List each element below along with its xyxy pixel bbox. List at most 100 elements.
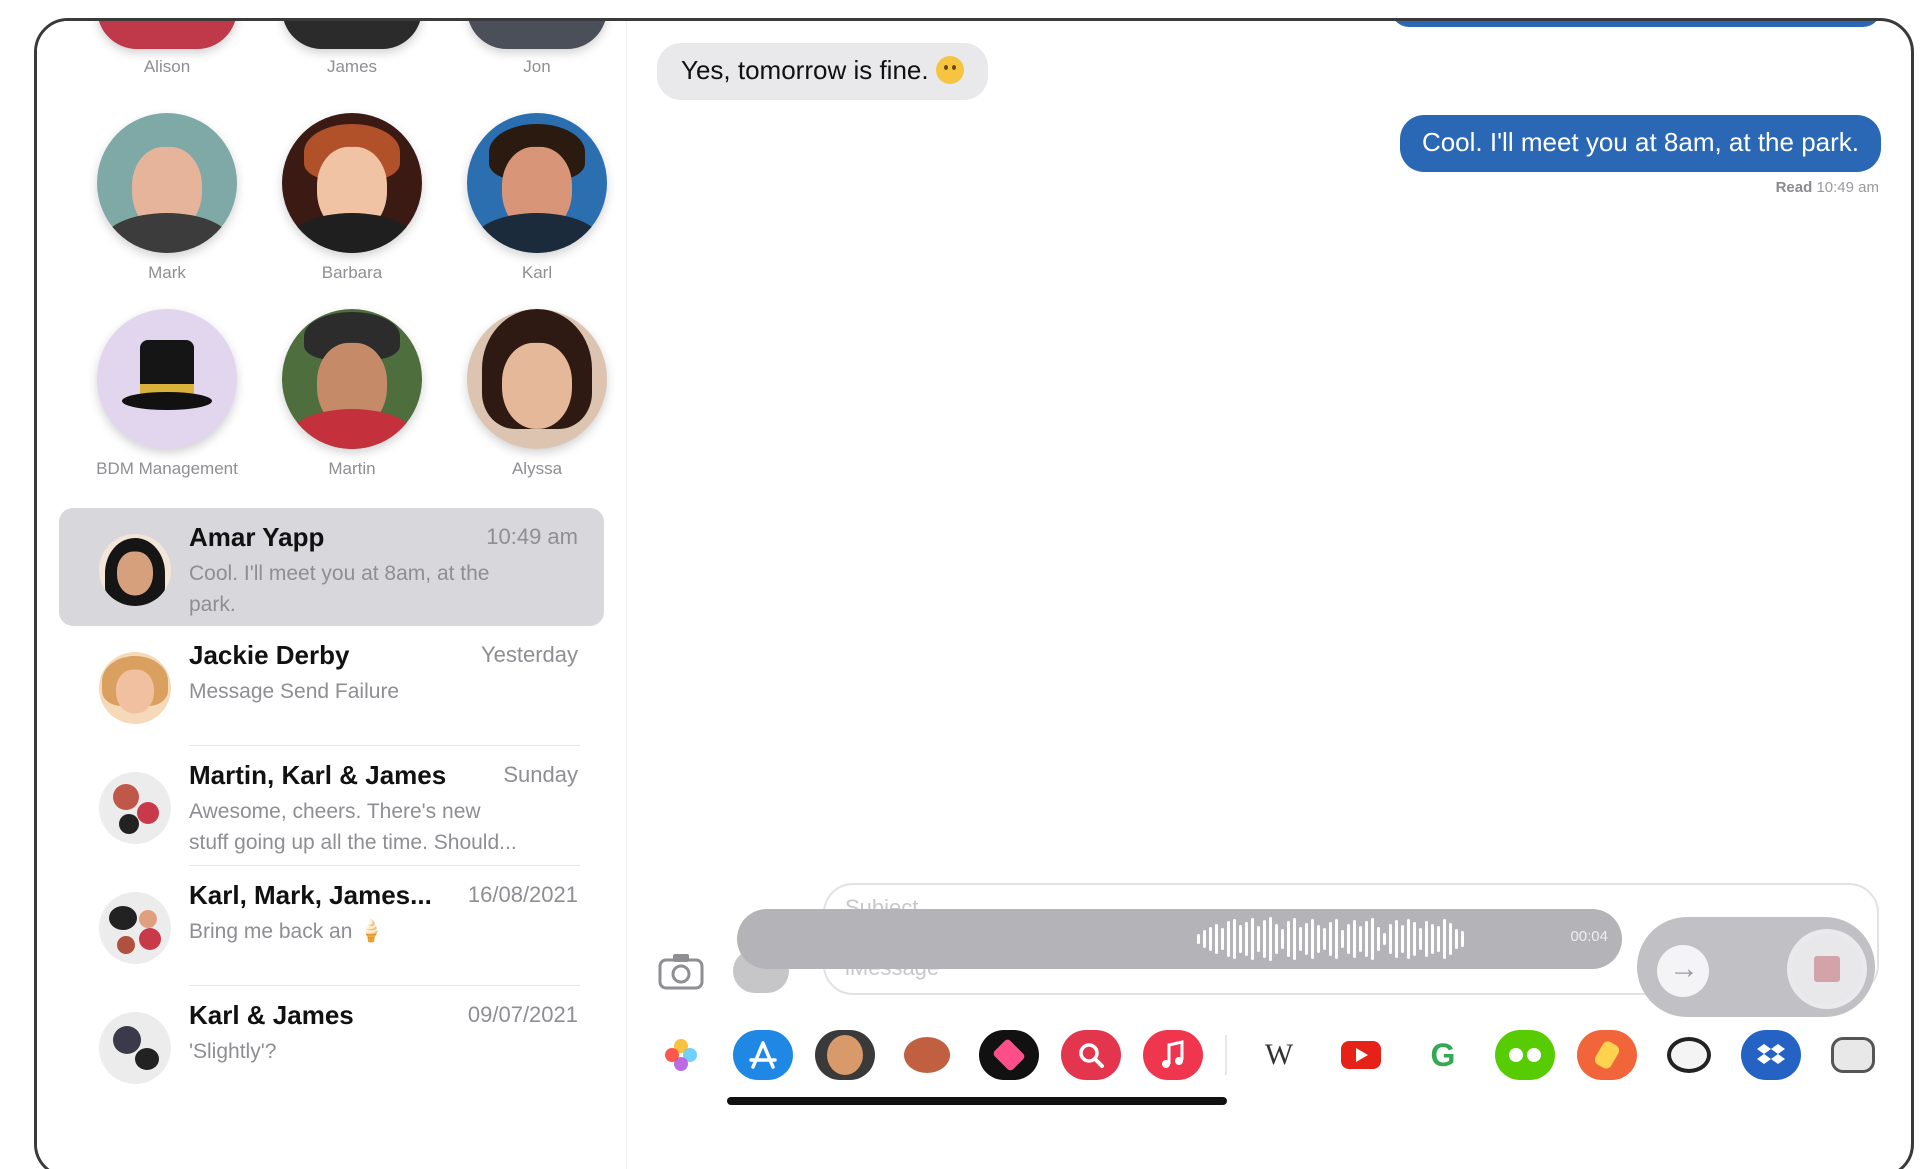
top-hat-icon — [97, 309, 237, 449]
pinned-contact-name: Alyssa — [511, 459, 563, 478]
waveform-bar — [1413, 922, 1416, 956]
chat-pane: Yes, tomorrow is fine. Cool. I'll meet y… — [627, 21, 1911, 1169]
waveform-bar — [1251, 918, 1254, 960]
conversation-time: 09/07/2021 — [467, 1002, 578, 1027]
incoming-message-bubble[interactable]: Yes, tomorrow is fine. — [657, 43, 988, 100]
images-search-icon[interactable] — [1061, 1030, 1121, 1080]
avatar — [97, 21, 237, 49]
pinned-contact-name: BDM Management — [96, 459, 238, 478]
pinned-row: Mark Barbara Karl — [37, 113, 627, 303]
conversation-preview: Awesome, cheers. There's new stuff going… — [189, 800, 517, 854]
digital-touch-icon[interactable] — [979, 1030, 1039, 1080]
stop-recording-button[interactable] — [1787, 929, 1867, 1009]
pinned-contact-karl[interactable]: Karl — [447, 113, 627, 283]
incoming-message-text: Yes, tomorrow is fine. — [681, 55, 929, 85]
panda-sticker-icon[interactable] — [1659, 1030, 1719, 1080]
avatar — [467, 113, 607, 253]
audio-recording-bar[interactable]: 00:04 — [737, 909, 1622, 969]
waveform-bar — [1407, 919, 1410, 959]
conversation-name: Amar Yapp — [189, 522, 325, 552]
memoji-icon[interactable] — [815, 1030, 875, 1080]
waveform-bar — [1455, 929, 1458, 949]
smiling-face-emoji-icon — [935, 56, 964, 84]
pinned-contact-alison[interactable]: Alison — [77, 21, 257, 77]
animoji-icon[interactable] — [897, 1030, 957, 1080]
waveform-bar — [1341, 930, 1344, 948]
pinned-contact-name: Karl — [521, 263, 553, 282]
audio-controls — [1637, 917, 1875, 1017]
conversation-name: Karl & James — [189, 1000, 354, 1030]
wikipedia-icon[interactable]: W — [1249, 1030, 1309, 1080]
pinned-contact-martin[interactable]: Martin — [262, 309, 442, 479]
waveform-bar — [1449, 923, 1452, 955]
duolingo-icon[interactable] — [1495, 1030, 1555, 1080]
avatar — [99, 652, 171, 724]
photos-icon[interactable] — [651, 1030, 711, 1080]
app-store-icon[interactable] — [733, 1030, 793, 1080]
conversation-preview: Bring me back an 🍦 — [189, 920, 385, 943]
waveform-bar — [1233, 919, 1236, 959]
avatar — [282, 309, 422, 449]
pinned-contact-name: Mark — [148, 263, 186, 282]
conversation-row[interactable]: Karl & James 09/07/2021 'Slightly'? — [59, 986, 604, 1106]
waveform-bar — [1323, 928, 1326, 950]
waveform-bar — [1437, 926, 1440, 952]
waveform-bar — [1395, 920, 1398, 958]
conversation-time: Yesterday — [480, 642, 578, 667]
waveform-bar — [1275, 924, 1278, 954]
waveform-bar — [1335, 919, 1338, 959]
dropbox-icon[interactable] — [1741, 1030, 1801, 1080]
conversation-name: Martin, Karl & James — [189, 760, 447, 790]
youtube-icon[interactable] — [1331, 1030, 1391, 1080]
waveform-bar — [1263, 920, 1266, 958]
waveform-bar — [1269, 917, 1272, 961]
pinned-contact-james[interactable]: James — [262, 21, 442, 77]
google-icon[interactable]: G — [1413, 1030, 1473, 1080]
waveform-bar — [1299, 927, 1302, 951]
conversation-preview: 'Slightly'? — [189, 1040, 277, 1063]
pinned-contact-name: Jon — [523, 57, 551, 76]
conversation-row[interactable]: Jackie Derby Yesterday Message Send Fail… — [59, 626, 604, 746]
send-audio-button[interactable] — [1657, 945, 1709, 997]
waveform-bar — [1311, 919, 1314, 959]
pinned-contact-barbara[interactable]: Barbara — [262, 113, 442, 283]
music-icon[interactable] — [1143, 1030, 1203, 1080]
waveform-bar — [1221, 928, 1224, 950]
read-label: Read — [1775, 179, 1813, 196]
audio-duration: 00:04 — [1570, 928, 1608, 945]
pinned-contact-bdm-management[interactable]: BDM Management — [77, 309, 257, 479]
avatar — [282, 113, 422, 253]
waveform-bar — [1347, 924, 1350, 954]
waveform-bar — [1443, 919, 1446, 959]
waveform-bar — [1203, 930, 1206, 948]
camera-icon[interactable] — [657, 951, 705, 991]
outgoing-message-bubble[interactable] — [1391, 21, 1881, 27]
pinned-contact-name: James — [326, 57, 378, 76]
waveform-bar — [1377, 927, 1380, 951]
conversation-row[interactable]: Karl, Mark, James... 16/08/2021 Bring me… — [59, 866, 604, 986]
ipad-screen: Alison James Jon Mark Barbara Karl BDM M… — [34, 18, 1914, 1169]
waveform-bar — [1317, 925, 1320, 953]
conversation-row[interactable]: Amar Yapp 10:49 am Cool. I'll meet you a… — [59, 508, 604, 626]
waveform-bar — [1353, 920, 1356, 958]
pinned-contact-alyssa[interactable]: Alyssa — [447, 309, 627, 479]
pinned-contact-mark[interactable]: Mark — [77, 113, 257, 283]
waveform-bar — [1293, 918, 1296, 960]
conversation-name: Jackie Derby — [189, 640, 350, 670]
conversation-time: 10:49 am — [486, 524, 578, 549]
sticker-pack-icon[interactable] — [1823, 1030, 1883, 1080]
pinned-row: BDM Management Martin Alyssa — [37, 309, 627, 499]
music-game-icon[interactable] — [1577, 1030, 1637, 1080]
waveform-bar — [1305, 923, 1308, 955]
waveform-bar — [1215, 924, 1218, 954]
pinned-contact-jon[interactable]: Jon — [447, 21, 627, 77]
avatar — [99, 534, 171, 606]
waveform-bar — [1281, 929, 1284, 949]
waveform-bar — [1461, 931, 1464, 947]
outgoing-message-bubble[interactable]: Cool. I'll meet you at 8am, at the park. — [1399, 115, 1881, 172]
conversation-row[interactable]: Martin, Karl & James Sunday Awesome, che… — [59, 746, 604, 866]
conversation-preview: Message Send Failure — [189, 680, 400, 703]
waveform-bar — [1389, 924, 1392, 954]
home-indicator[interactable] — [727, 1097, 1227, 1105]
waveform-bar — [1401, 925, 1404, 953]
